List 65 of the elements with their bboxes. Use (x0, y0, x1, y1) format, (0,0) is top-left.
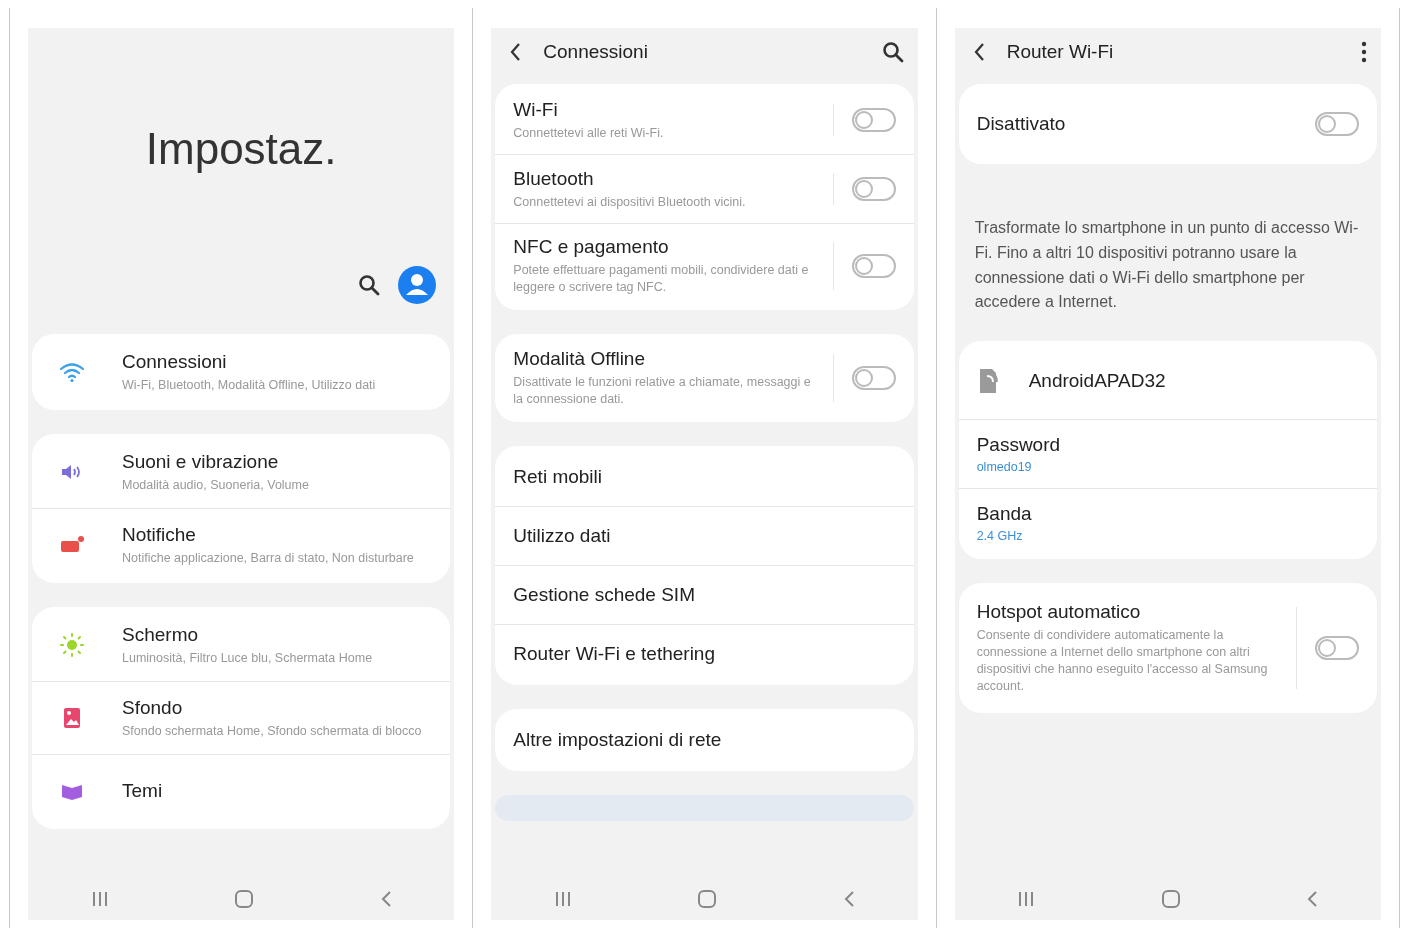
home-icon[interactable] (697, 889, 718, 909)
back-icon[interactable] (509, 42, 522, 62)
home-icon[interactable] (1160, 889, 1181, 909)
item-title: Temi (122, 780, 164, 802)
item-subtitle: Luminosità, Filtro Luce blu, Schermata Home (122, 649, 374, 667)
search-icon[interactable] (358, 274, 381, 296)
recent-apps-icon[interactable] (1017, 891, 1036, 907)
toggle-switch[interactable] (1315, 635, 1359, 660)
item-subtitle: Wi-Fi, Bluetooth, Modalità Offline, Utilizzo dati (122, 376, 377, 394)
item-title: Banda (976, 503, 1033, 526)
settings-item[interactable]: Altre impostazioni di rete (495, 710, 914, 769)
toggle-switch[interactable] (851, 177, 896, 201)
item-subtitle: Disattivate le funzioni relative a chiamate, messaggi e la connessione dati. (513, 373, 812, 408)
more-options-icon[interactable] (1361, 41, 1367, 63)
toggle-switch[interactable] (1315, 112, 1359, 136)
item-title: Schermo (122, 623, 200, 646)
home-icon[interactable] (234, 889, 255, 909)
item-title: NFC e pagamento (513, 236, 670, 258)
page-title: Impostaz. (144, 124, 338, 174)
sun-icon (59, 632, 85, 658)
header-title: Connessioni (543, 41, 649, 63)
recent-apps-icon[interactable] (90, 891, 109, 907)
toggle-switch[interactable] (851, 365, 896, 390)
header-title: Router Wi-Fi (1006, 41, 1115, 63)
toggle-switch[interactable] (851, 253, 896, 278)
item-title: Disattivato (976, 113, 1067, 135)
item-title: Sfondo (122, 696, 184, 719)
settings-item[interactable]: Notifiche Notifiche applicazione, Barra di stato, Non disturbare (32, 508, 451, 581)
item-title: Bluetooth (513, 167, 595, 190)
settings-item[interactable]: Router Wi-Fi e tethering (495, 623, 914, 683)
network-item[interactable]: AndroidAPAD32 (958, 343, 1377, 420)
item-title: Notifiche (122, 523, 197, 546)
search-icon[interactable] (881, 41, 904, 63)
wifi-icon (59, 361, 85, 383)
recent-apps-icon[interactable] (554, 891, 573, 907)
settings-item[interactable]: Sfondo Sfondo schermata Home, Sfondo schermata di blocco (32, 681, 451, 754)
item-value: olmedo19 (976, 460, 1033, 475)
settings-item[interactable]: Temi (32, 754, 451, 827)
back-icon[interactable] (972, 42, 985, 62)
toggle-switch[interactable] (851, 108, 896, 132)
description-text: Trasformate lo smartphone in un punto di accesso Wi-Fi. Fino a altri 10 dispositivi potranno usare la connessione dati o Wi-Fi dello smartphone per accedere a Internet. (973, 218, 1360, 313)
account-icon[interactable] (398, 266, 437, 304)
settings-item[interactable]: Schermo Luminosità, Filtro Luce blu, Schermata Home (32, 609, 451, 681)
settings-item[interactable]: Reti mobili (495, 447, 914, 506)
settings-item[interactable]: Gestione schede SIM (495, 564, 914, 624)
settings-item[interactable]: Connessioni Wi-Fi, Bluetooth, Modalità Offline, Utilizzo dati (32, 336, 451, 408)
item-subtitle: Consente di condividere automaticamente la connessione a Internet dello smartphone con altri dispositivi che hanno eseguito l'accesso al Samsung account. (976, 627, 1269, 695)
settings-item[interactable]: Password olmedo19 (958, 419, 1377, 489)
item-subtitle: Potete effettuare pagamenti mobili, condividere dati e leggere o scrivere tag NFC. (513, 262, 810, 296)
item-subtitle: Notifiche applicazione, Barra di stato, Non disturbare (122, 549, 415, 567)
item-title: Modalità Offline (513, 347, 646, 370)
settings-item[interactable]: Banda 2.4 GHz (958, 488, 1377, 558)
item-subtitle: Connettetevi alle reti Wi-Fi. (513, 124, 665, 142)
settings-item[interactable]: Utilizzo dati (495, 505, 914, 565)
item-title: Connessioni (122, 350, 228, 373)
item-title: Hotspot automatico (976, 601, 1142, 624)
settings-item[interactable]: Suoni e vibrazione Modalità audio, Suoneria, Volume (32, 436, 451, 508)
item-title: Suoni e vibrazione (122, 450, 280, 473)
item-value: 2.4 GHz (976, 529, 1024, 544)
item-subtitle: Modalità audio, Suoneria, Volume (122, 476, 310, 494)
item-title: Password (976, 434, 1062, 457)
item-subtitle: Sfondo schermata Home, Sfondo schermata di blocco (122, 722, 423, 740)
item-subtitle: Connettetevi ai dispositivi Bluetooth vicini. (513, 193, 747, 211)
network-name: AndroidAPAD32 (1028, 370, 1166, 393)
item-title: Wi-Fi (513, 98, 559, 121)
